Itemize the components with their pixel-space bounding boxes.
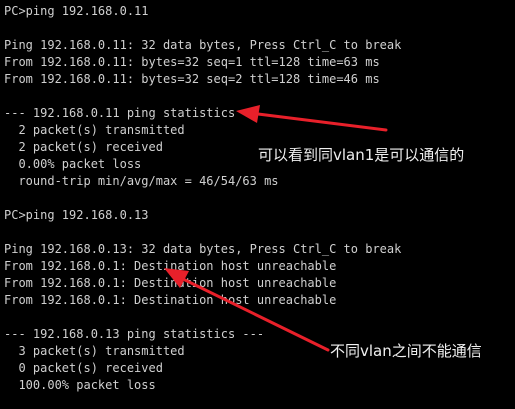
terminal-line: 2 packet(s) received <box>4 140 163 154</box>
terminal-line: 0.00% packet loss <box>4 157 142 171</box>
terminal-line: From 192.168.0.11: bytes=32 seq=2 ttl=12… <box>4 72 380 86</box>
terminal-line: 3 packet(s) transmitted <box>4 344 185 358</box>
terminal-line: 2 packet(s) transmitted <box>4 123 185 137</box>
annotation-same-vlan: 可以看到同vlan1是可以通信的 <box>258 146 465 164</box>
terminal-line: From 192.168.0.1: Destination host unrea… <box>4 276 337 290</box>
terminal-line: --- 192.168.0.13 ping statistics --- <box>4 327 265 341</box>
terminal-line: Ping 192.168.0.11: 32 data bytes, Press … <box>4 38 402 52</box>
annotation-different-vlan: 不同vlan之间不能通信 <box>330 342 482 360</box>
terminal-line: round-trip min/avg/max = 46/54/63 ms <box>4 174 279 188</box>
terminal-line: From 192.168.0.1: Destination host unrea… <box>4 293 337 307</box>
terminal-line: PC>ping 192.168.0.13 <box>4 208 149 222</box>
terminal-window: PC>ping 192.168.0.11 Ping 192.168.0.11: … <box>0 0 515 409</box>
terminal-line: From 192.168.0.1: Destination host unrea… <box>4 259 337 273</box>
terminal-line: PC>ping 192.168.0.11 <box>4 4 149 18</box>
terminal-line: --- 192.168.0.11 ping statistics --- <box>4 106 265 120</box>
terminal-line: 0 packet(s) received <box>4 361 163 375</box>
terminal-line: Ping 192.168.0.13: 32 data bytes, Press … <box>4 242 402 256</box>
terminal-line: From 192.168.0.11: bytes=32 seq=1 ttl=12… <box>4 55 380 69</box>
terminal-line: 100.00% packet loss <box>4 378 156 392</box>
